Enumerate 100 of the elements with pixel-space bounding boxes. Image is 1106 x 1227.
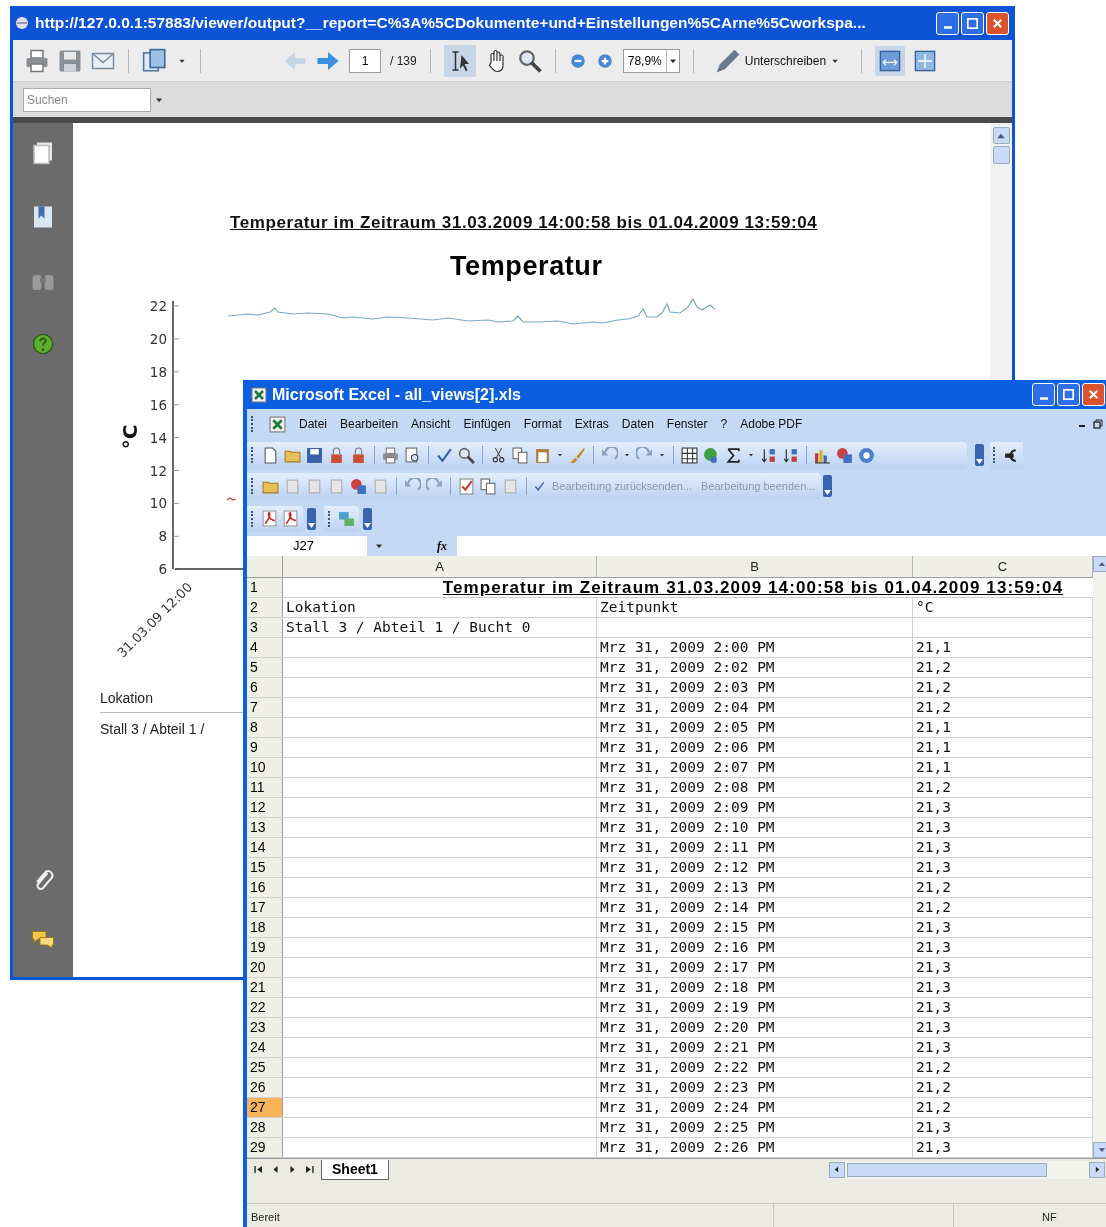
sort-icon[interactable] <box>760 446 777 464</box>
scroll-up-button[interactable] <box>1093 556 1106 573</box>
row-header[interactable]: 18 <box>247 918 283 938</box>
toolbar-options-button[interactable] <box>307 507 316 530</box>
sign-button[interactable]: Unterschreiben <box>706 47 849 74</box>
menu-item[interactable]: Daten <box>621 415 654 434</box>
menu-item[interactable]: Einfügen <box>463 415 511 434</box>
print-icon[interactable] <box>25 48 49 73</box>
left-triangle-icon[interactable] <box>270 1164 281 1176</box>
toolbar-options-button[interactable] <box>823 475 833 498</box>
page-number-field[interactable]: 1 <box>349 48 381 73</box>
row-header[interactable]: 15 <box>247 858 283 878</box>
first-arrow-icon[interactable] <box>253 1164 264 1176</box>
restore-icon[interactable] <box>1093 419 1103 430</box>
row-header[interactable]: 3 <box>247 618 283 638</box>
row-header[interactable]: 6 <box>247 678 283 698</box>
maximize-button[interactable] <box>1057 383 1080 407</box>
toolbar-options-button[interactable] <box>975 444 984 467</box>
menu-item[interactable]: ? <box>720 415 728 434</box>
save-icon[interactable] <box>58 48 82 73</box>
zoom-in-icon[interactable] <box>595 51 614 70</box>
pdf-icon[interactable] <box>261 510 278 528</box>
fit-page-icon[interactable] <box>914 49 937 72</box>
row-header[interactable]: 17 <box>247 898 283 918</box>
name-box[interactable]: J27 <box>247 536 367 557</box>
drawing-tools-icon[interactable] <box>836 446 853 464</box>
copy-icon[interactable] <box>480 477 497 495</box>
row-header[interactable]: 2 <box>247 598 283 618</box>
checkmark-icon[interactable] <box>436 446 453 464</box>
row-header[interactable]: 7 <box>247 698 283 718</box>
search-field[interactable]: Suchen <box>23 87 151 112</box>
row-header[interactable]: 12 <box>247 798 283 818</box>
menu-item[interactable]: Extras <box>574 415 609 434</box>
excel-icon[interactable] <box>269 415 286 433</box>
pages-icon[interactable] <box>31 141 55 165</box>
menu-item[interactable]: Adobe PDF <box>740 415 803 434</box>
close-button[interactable] <box>1082 383 1105 407</box>
zoom-out-icon[interactable] <box>568 51 587 70</box>
row-header[interactable]: 22 <box>247 998 283 1018</box>
floppy-icon[interactable] <box>306 446 323 464</box>
scroll-down-button[interactable] <box>1093 1142 1106 1159</box>
maximize-button[interactable] <box>961 11 984 35</box>
column-header[interactable]: B <box>597 556 913 578</box>
row-header[interactable]: 10 <box>247 758 283 778</box>
print-icon[interactable] <box>382 446 399 464</box>
row-header[interactable]: 23 <box>247 1018 283 1038</box>
pdf-icon[interactable] <box>282 510 299 528</box>
grid-icon[interactable] <box>681 446 698 464</box>
row-header[interactable]: 1 <box>247 578 283 598</box>
clipboard-icon[interactable] <box>534 446 551 464</box>
zoom-field[interactable]: 78,9% <box>622 48 680 73</box>
horizontal-scrollbar[interactable] <box>828 1160 1105 1179</box>
menu-item[interactable]: Datei <box>299 415 327 434</box>
scroll-thumb[interactable] <box>992 146 1010 164</box>
document-stack-icon[interactable] <box>142 47 168 74</box>
row-header[interactable]: 16 <box>247 878 283 898</box>
row-header[interactable]: 24 <box>247 1038 283 1058</box>
row-header[interactable]: 13 <box>247 818 283 838</box>
copy-icon[interactable] <box>512 446 529 464</box>
approve-icon[interactable] <box>458 477 475 495</box>
menu-item[interactable]: Bearbeiten <box>340 415 399 434</box>
bookmark-icon[interactable] <box>31 205 55 229</box>
row-header[interactable]: 21 <box>247 978 283 998</box>
row-header[interactable]: 5 <box>247 658 283 678</box>
preview-icon[interactable] <box>404 446 421 464</box>
row-header[interactable]: 26 <box>247 1078 283 1098</box>
menu-item[interactable]: Format <box>523 415 562 434</box>
row-header[interactable]: 4 <box>247 638 283 658</box>
menu-item[interactable]: Ansicht <box>411 415 451 434</box>
sort-icon[interactable] <box>782 446 799 464</box>
function-label[interactable]: fx <box>437 536 457 557</box>
row-header[interactable]: 8 <box>247 718 283 738</box>
fit-width-icon[interactable] <box>879 49 902 72</box>
row-header[interactable]: 25 <box>247 1058 283 1078</box>
close-button[interactable] <box>986 11 1009 35</box>
last-arrow-icon[interactable] <box>304 1164 315 1176</box>
row-header[interactable]: 14 <box>247 838 283 858</box>
row-header[interactable]: 27 <box>247 1098 283 1118</box>
minimize-button[interactable] <box>936 11 959 35</box>
row-header[interactable]: 20 <box>247 958 283 978</box>
new-file-icon[interactable] <box>262 446 279 464</box>
drawing-tools-icon[interactable] <box>350 477 367 495</box>
row-header[interactable]: 29 <box>247 1138 283 1158</box>
magnifier-icon[interactable] <box>458 446 475 464</box>
row-header[interactable]: 19 <box>247 938 283 958</box>
minimize-button[interactable] <box>1032 383 1055 407</box>
menu-item[interactable]: Fenster <box>666 415 708 434</box>
lock-icon[interactable] <box>328 446 345 464</box>
row-header[interactable]: 28 <box>247 1118 283 1138</box>
lock-icon[interactable] <box>350 446 367 464</box>
row-header[interactable]: 11 <box>247 778 283 798</box>
checkmark-icon[interactable] <box>534 480 545 492</box>
formula-field[interactable] <box>457 536 1106 557</box>
magnifier-icon[interactable] <box>517 48 542 73</box>
help-icon[interactable] <box>32 333 54 355</box>
sheet-tab[interactable]: Sheet1 <box>321 1159 389 1180</box>
toolbar-options-button[interactable] <box>363 507 372 530</box>
scissors-icon[interactable] <box>490 446 507 464</box>
row-header[interactable]: 9 <box>247 738 283 758</box>
right-triangle-icon[interactable] <box>287 1164 298 1176</box>
